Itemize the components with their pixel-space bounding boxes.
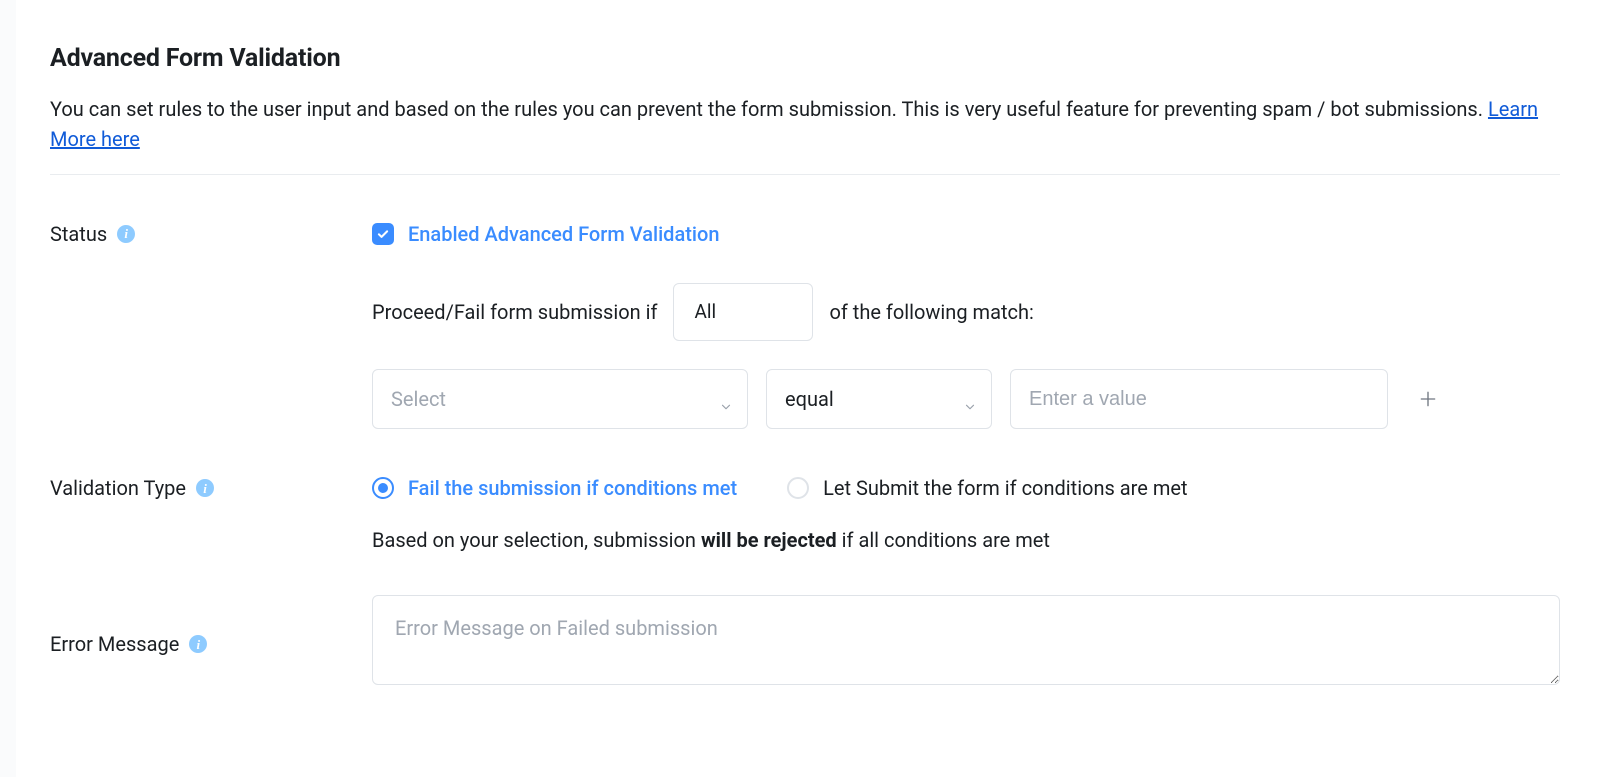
match-mode-select[interactable]: All [673, 283, 813, 342]
match-sentence: Proceed/Fail form submission if All of t… [372, 283, 1560, 342]
enable-validation-checkbox[interactable] [372, 223, 394, 245]
section-header: Advanced Form Validation You can set rul… [50, 40, 1560, 175]
validation-type-row: Validation Type i Fail the submission if… [50, 473, 1560, 555]
condition-row: Select equal [372, 369, 1560, 429]
error-message-label-col: Error Message i [50, 629, 372, 659]
info-icon[interactable]: i [189, 635, 207, 653]
plus-icon [1418, 389, 1438, 409]
advanced-form-validation-panel: Advanced Form Validation You can set rul… [16, 0, 1600, 777]
radio-unselected-icon [787, 477, 809, 499]
chevron-down-icon [963, 392, 977, 406]
add-condition-button[interactable] [1414, 385, 1442, 413]
page-title: Advanced Form Validation [50, 40, 1560, 78]
info-icon[interactable]: i [117, 225, 135, 243]
validation-type-label-col: Validation Type i [50, 473, 372, 503]
validation-type-pass-option[interactable]: Let Submit the form if conditions are me… [787, 473, 1187, 503]
validation-type-label: Validation Type [50, 473, 186, 503]
error-message-label: Error Message [50, 629, 179, 659]
check-icon [376, 227, 390, 241]
divider [50, 174, 1560, 175]
validation-type-fail-option[interactable]: Fail the submission if conditions met [372, 473, 737, 503]
status-controls: Enabled Advanced Form Validation Proceed… [372, 219, 1560, 430]
info-icon[interactable]: i [196, 479, 214, 497]
error-message-textarea[interactable] [372, 595, 1560, 685]
condition-field-select[interactable]: Select [372, 369, 748, 429]
validation-type-controls: Fail the submission if conditions met Le… [372, 473, 1560, 555]
chevron-down-icon [719, 392, 733, 406]
radio-selected-icon [372, 477, 394, 499]
enable-checkbox-row: Enabled Advanced Form Validation [372, 219, 1560, 249]
page-description: You can set rules to the user input and … [50, 94, 1560, 154]
status-label: Status [50, 219, 107, 249]
status-row: Status i Enabled Advanced Form Validatio… [50, 219, 1560, 430]
validation-type-hint: Based on your selection, submission will… [372, 525, 1560, 555]
condition-value-input[interactable] [1010, 369, 1388, 429]
error-message-controls [372, 595, 1560, 693]
error-message-row: Error Message i [50, 595, 1560, 693]
status-label-col: Status i [50, 219, 372, 249]
enable-validation-label: Enabled Advanced Form Validation [408, 219, 719, 249]
condition-operator-select[interactable]: equal [766, 369, 992, 429]
validation-type-radio-group: Fail the submission if conditions met Le… [372, 473, 1560, 503]
